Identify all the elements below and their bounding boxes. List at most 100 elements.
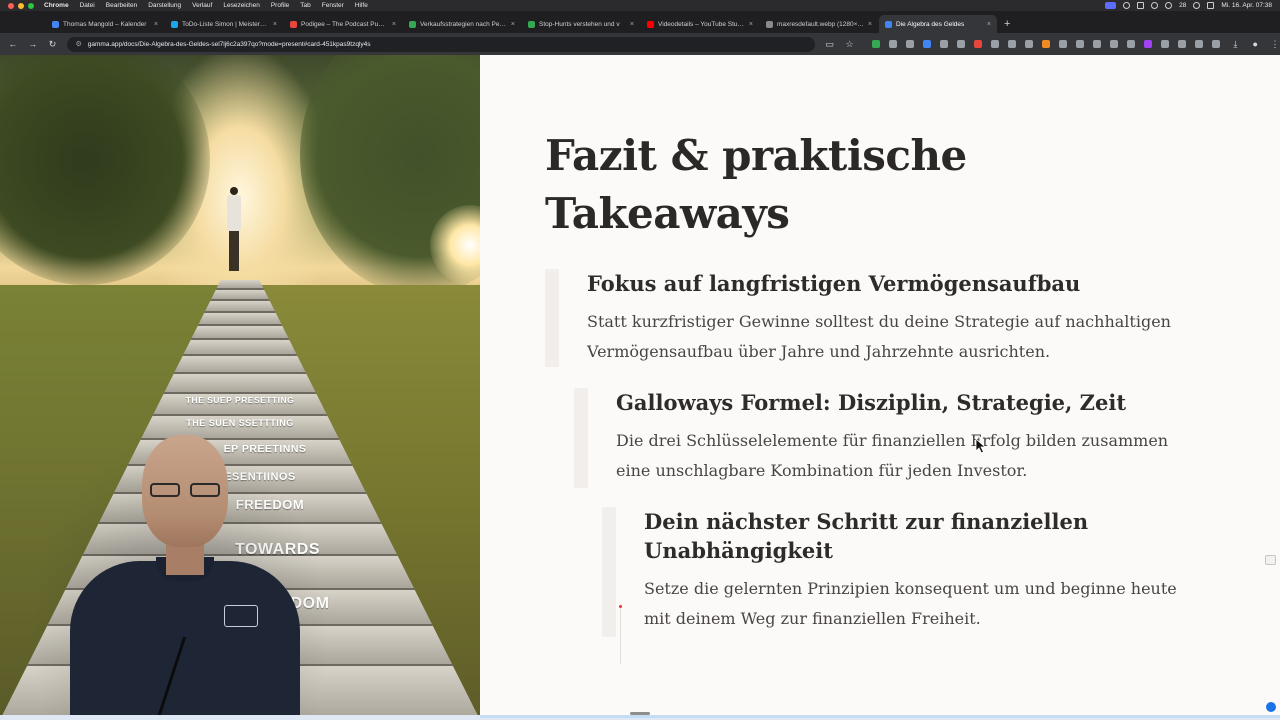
stair-text: THE SUEP PRESETTING (185, 395, 295, 405)
extension-icon[interactable] (957, 40, 966, 48)
download-icon[interactable]: ⤓ (1230, 39, 1240, 50)
close-window-icon[interactable] (8, 2, 14, 9)
slide-content: Fazit & praktische Takeaways Fokus auf l… (480, 55, 1280, 720)
close-icon[interactable]: × (392, 21, 396, 28)
control-center-icon[interactable] (1207, 2, 1215, 9)
extension-icon[interactable] (1042, 40, 1051, 48)
walking-person (224, 187, 244, 277)
zoom-window-icon[interactable] (28, 2, 34, 9)
tab-7-active[interactable]: Die Algebra des Geldes × (879, 15, 997, 33)
takeaway-text: Setze die gelernten Prinzipien konsequen… (644, 579, 1177, 628)
menu-profile[interactable]: Profile (271, 2, 289, 9)
extension-icon[interactable] (1178, 40, 1187, 48)
slide-title: Fazit & praktische Takeaways (545, 127, 1105, 243)
progress-strip (0, 715, 1280, 720)
site-info-icon[interactable]: ⚙ (75, 40, 81, 48)
close-icon[interactable]: × (511, 21, 515, 28)
new-tab-button[interactable]: + (998, 15, 1016, 33)
extension-icon[interactable] (889, 40, 898, 48)
extension-icon[interactable] (1059, 40, 1068, 48)
close-icon[interactable]: × (630, 21, 634, 28)
app-tray-icon[interactable] (1137, 2, 1145, 9)
takeaway-title: Galloways Formel: Disziplin, Strategie, … (616, 390, 1127, 415)
extension-icon[interactable] (1127, 40, 1136, 48)
tab-title: Stop-Hunts verstehen und v (539, 20, 620, 28)
extension-icon[interactable] (1093, 40, 1102, 48)
menubar-tray: 28 Mi. 16. Apr. 07:38 (1105, 0, 1272, 11)
profile-avatar-icon[interactable]: ● (1250, 39, 1260, 49)
reload-icon[interactable]: ↻ (48, 39, 58, 50)
extension-icon[interactable] (974, 40, 983, 48)
address-bar[interactable]: ⚙ gamma.app/docs/Die-Algebra-des-Geldes-… (67, 36, 815, 52)
extension-icon[interactable] (1008, 40, 1017, 48)
url-text[interactable]: gamma.app/docs/Die-Algebra-des-Geldes-se… (88, 41, 371, 48)
help-icon[interactable] (1266, 702, 1276, 712)
takeaway-title: Fokus auf langfristigen Vermögensaufbau (587, 271, 1081, 296)
wifi-icon[interactable] (1193, 2, 1201, 9)
menu-app-name[interactable]: Chrome (44, 2, 69, 9)
menu-fenster[interactable]: Fenster (322, 2, 344, 9)
close-icon[interactable]: × (868, 21, 872, 28)
extension-icon[interactable] (906, 40, 915, 48)
forward-icon[interactable]: → (28, 39, 38, 49)
menu-bearbeiten[interactable]: Bearbeiten (106, 2, 137, 9)
minimize-window-icon[interactable] (18, 2, 24, 9)
extension-icon[interactable] (1144, 40, 1153, 48)
bookmark-star-icon[interactable]: ☆ (845, 39, 855, 50)
menu-darstellung[interactable]: Darstellung (148, 2, 181, 9)
slide-image: THE SUEP PRESETTING THE SUEN SSETTTING E… (0, 55, 480, 720)
menu-verlauf[interactable]: Verlauf (192, 2, 212, 9)
cast-icon[interactable]: ▭ (825, 39, 835, 50)
tab-0[interactable]: Thomas Mangold – Kalender × (46, 15, 164, 33)
takeaway-item-3: Dein nächster Schritt zur finanziellen U… (602, 507, 1202, 637)
favicon-icon (409, 20, 416, 28)
menu-hilfe[interactable]: Hilfe (355, 2, 368, 9)
side-panel-toggle-icon[interactable] (1265, 555, 1276, 565)
extension-icon[interactable] (940, 40, 949, 48)
screen-recorder-icon[interactable] (1105, 2, 1117, 9)
extension-icon[interactable] (923, 40, 932, 48)
tab-3[interactable]: Verkaufsstrategien nach Peter × (403, 15, 521, 33)
tab-1[interactable]: ToDo-Liste Simon | MeisterTask × (165, 15, 283, 33)
menu-dots-icon[interactable]: ⋮ (1270, 39, 1280, 50)
tab-2[interactable]: Podigee – The Podcast Publishing × (284, 15, 402, 33)
tab-title: Die Algebra des Geldes (896, 20, 965, 28)
sync-icon[interactable] (1151, 2, 1159, 9)
close-icon[interactable]: × (749, 21, 753, 28)
menu-lesezeichen[interactable]: Lesezeichen (223, 2, 260, 9)
extension-icon[interactable] (1076, 40, 1085, 48)
menubar-clock[interactable]: Mi. 16. Apr. 07:38 (1221, 2, 1272, 9)
tab-4[interactable]: Stop-Hunts verstehen und v × (522, 15, 640, 33)
battery-count[interactable]: 28 (1179, 2, 1186, 9)
close-icon[interactable]: × (987, 21, 991, 28)
extension-icon[interactable] (1025, 40, 1034, 48)
tab-6[interactable]: maxresdefault.webp (1280×72 × (760, 15, 878, 33)
close-icon[interactable]: × (154, 21, 158, 28)
tab-title: Thomas Mangold – Kalender (63, 20, 147, 28)
tab-title: Verkaufsstrategien nach Peter (420, 20, 507, 28)
takeaway-text: Statt kurzfristiger Gewinne solltest du … (587, 312, 1171, 361)
extensions-puzzle-icon[interactable] (1212, 40, 1221, 48)
shield-icon[interactable] (1165, 2, 1173, 9)
takeaway-item-1: Fokus auf langfristigen Vermögensaufbau … (545, 269, 1205, 369)
browser-toolbar: ← → ↻ ⚙ gamma.app/docs/Die-Algebra-des-G… (0, 33, 1280, 55)
menu-tab[interactable]: Tab (300, 2, 310, 9)
back-icon[interactable]: ← (8, 39, 18, 49)
extension-icon[interactable] (872, 40, 881, 48)
presenter-webcam (30, 435, 330, 720)
marker-line (620, 608, 621, 664)
status-icon[interactable] (1123, 2, 1131, 9)
takeaway-item-2: Galloways Formel: Disziplin, Strategie, … (574, 388, 1204, 488)
presentation-viewport: THE SUEP PRESETTING THE SUEN SSETTTING E… (0, 55, 1280, 720)
close-icon[interactable]: × (273, 21, 277, 28)
extension-icon[interactable] (991, 40, 1000, 48)
favicon-icon (647, 20, 654, 28)
scroll-handle[interactable] (630, 712, 650, 715)
menu-datei[interactable]: Datei (80, 2, 95, 9)
tab-5[interactable]: Videodetails – YouTube Studio × (641, 15, 759, 33)
extension-icon[interactable] (1195, 40, 1204, 48)
extension-icon[interactable] (1110, 40, 1119, 48)
extension-icon[interactable] (1161, 40, 1170, 48)
glasses (150, 483, 220, 499)
favicon-icon (52, 20, 59, 28)
